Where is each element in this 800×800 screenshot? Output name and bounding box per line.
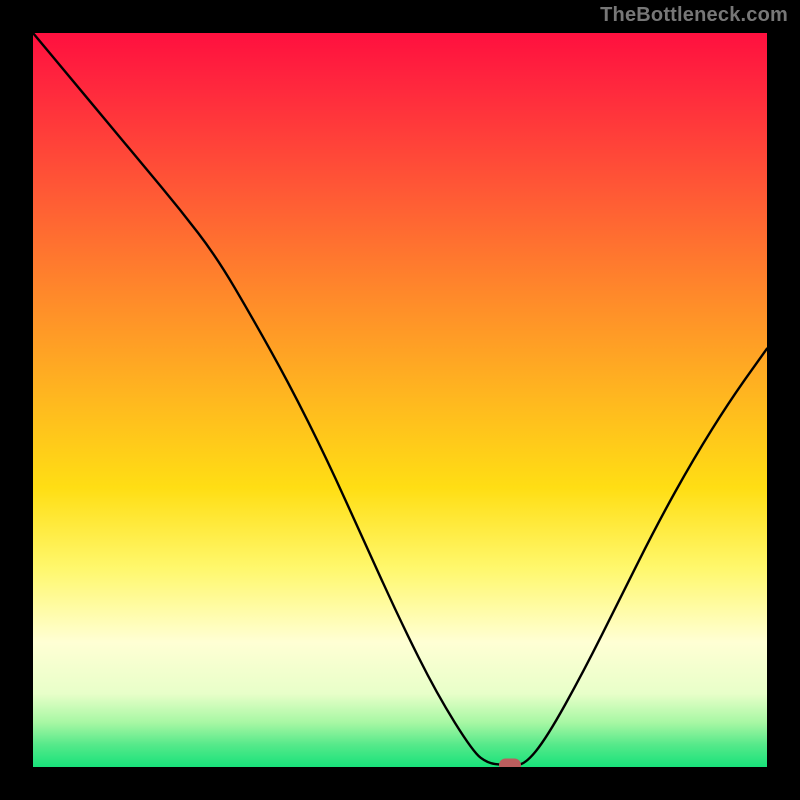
plot-area bbox=[33, 33, 767, 767]
watermark-text: TheBottleneck.com bbox=[600, 4, 788, 27]
chart-frame: TheBottleneck.com bbox=[0, 0, 800, 800]
bottleneck-curve bbox=[33, 33, 767, 767]
optimal-marker bbox=[499, 758, 521, 767]
